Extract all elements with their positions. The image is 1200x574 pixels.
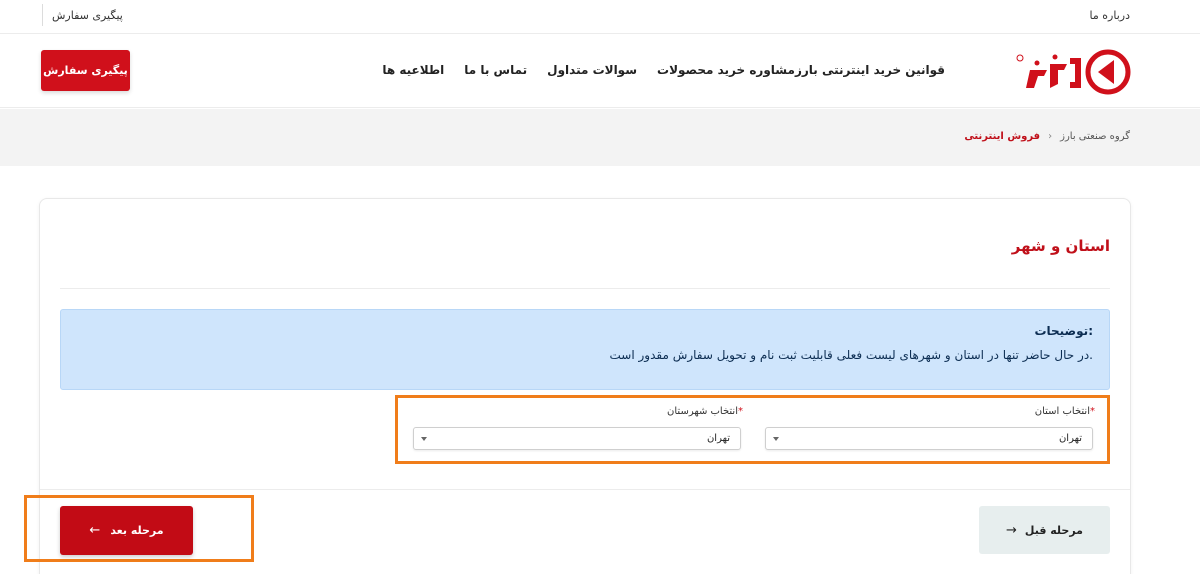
next-step-button[interactable]: مرحله بعد ← xyxy=(60,506,193,555)
city-select[interactable]: تهران xyxy=(413,427,741,450)
about-link[interactable]: درباره ما xyxy=(1090,9,1130,22)
breadcrumb-current: فروش اینترنتی xyxy=(964,131,1041,142)
breadcrumb-home[interactable]: گروه صنعتی بارز xyxy=(1060,131,1130,142)
next-step-label: مرحله بعد xyxy=(110,524,164,537)
track-order-button[interactable]: پیگیری سفارش xyxy=(41,50,130,91)
nav-rules[interactable]: قوانین خرید اینترنتی بارز xyxy=(795,63,945,77)
top-bar: درباره ما پیگیری سفارش xyxy=(0,0,1200,34)
province-value: تهران xyxy=(1058,433,1082,444)
required-mark: * xyxy=(1090,406,1095,417)
arrow-left-icon: ← xyxy=(89,523,101,538)
card-title: استان و شهر xyxy=(1011,237,1110,255)
province-label: انتخاب استان* xyxy=(1034,406,1095,417)
breadcrumb-chevron-icon: › xyxy=(1048,131,1053,142)
city-label: انتخاب شهرستان* xyxy=(667,406,743,417)
chevron-down-icon xyxy=(773,437,779,441)
previous-step-button[interactable]: مرحله قبل → xyxy=(979,506,1110,554)
divider xyxy=(40,489,1130,490)
nav-consulting[interactable]: مشاوره خرید محصولات xyxy=(657,63,795,77)
previous-step-label: مرحله قبل xyxy=(1024,523,1083,537)
nav-faq[interactable]: سوالات متداول xyxy=(547,63,637,77)
province-select[interactable]: تهران xyxy=(765,427,1093,450)
chevron-down-icon xyxy=(421,437,427,441)
required-mark: * xyxy=(738,406,743,417)
info-box: توضیحات: در حال حاضر تنها در استان و شهر… xyxy=(60,309,1110,390)
divider xyxy=(42,4,43,26)
track-order-link[interactable]: پیگیری سفارش xyxy=(52,9,123,22)
info-text: در حال حاضر تنها در استان و شهرهای لیست … xyxy=(609,348,1093,362)
nav-announcements[interactable]: اطلاعیه ها xyxy=(382,63,444,77)
arrow-right-icon: → xyxy=(1006,522,1017,538)
info-title: توضیحات: xyxy=(1034,324,1093,338)
nav-contact[interactable]: تماس با ما xyxy=(464,63,527,77)
main-header: قوانین خرید اینترنتی بارز مشاوره خرید مح… xyxy=(0,35,1200,108)
breadcrumb: گروه صنعتی بارز › فروش اینترنتی xyxy=(964,131,1130,142)
city-value: تهران xyxy=(706,433,730,444)
breadcrumb-band: گروه صنعتی بارز › فروش اینترنتی xyxy=(0,109,1200,166)
baarez-logo[interactable] xyxy=(1010,48,1132,96)
main-nav: قوانین خرید اینترنتی بارز مشاوره خرید مح… xyxy=(362,63,945,77)
divider xyxy=(60,288,1110,289)
